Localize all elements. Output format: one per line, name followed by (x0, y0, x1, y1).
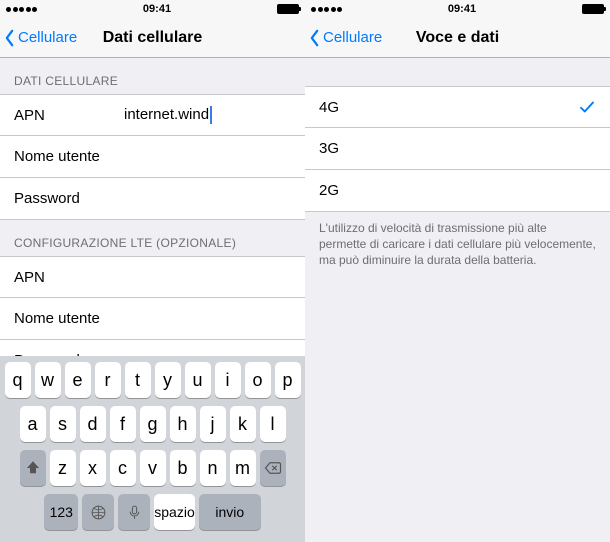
password-cell[interactable]: Password (0, 178, 305, 220)
battery-icon (277, 4, 299, 14)
keyboard-row: q w e r t y u i o p (3, 362, 302, 398)
signal-dots-icon (6, 7, 37, 12)
field-label: APN (14, 107, 124, 124)
key-w[interactable]: w (35, 362, 61, 398)
key-b[interactable]: b (170, 450, 196, 486)
phone-right: 09:41 Cellulare Voce e dati 4G 3G 2G L'u… (305, 0, 610, 542)
status-bar: 09:41 (305, 0, 610, 18)
section-header: DATI CELLULARE (0, 58, 305, 94)
key-j[interactable]: j (200, 406, 226, 442)
checkmark-icon (578, 98, 596, 116)
key-s[interactable]: s (50, 406, 76, 442)
field-label: Nome utente (14, 310, 124, 327)
chevron-left-icon (309, 29, 320, 47)
key-m[interactable]: m (230, 450, 256, 486)
signal-dots-icon (311, 7, 342, 12)
key-d[interactable]: d (80, 406, 106, 442)
key-i[interactable]: i (215, 362, 241, 398)
chevron-left-icon (4, 29, 15, 47)
key-l[interactable]: l (260, 406, 286, 442)
space-key[interactable]: spazio (154, 494, 194, 530)
backspace-key[interactable] (260, 450, 286, 486)
mic-key[interactable] (118, 494, 150, 530)
content: 4G 3G 2G L'utilizzo di velocità di trasm… (305, 58, 610, 542)
key-g[interactable]: g (140, 406, 166, 442)
key-z[interactable]: z (50, 450, 76, 486)
option-label: 4G (319, 99, 339, 116)
battery-icon (582, 4, 604, 14)
key-v[interactable]: v (140, 450, 166, 486)
shift-key[interactable] (20, 450, 46, 486)
return-key[interactable]: invio (199, 494, 261, 530)
key-h[interactable]: h (170, 406, 196, 442)
key-a[interactable]: a (20, 406, 46, 442)
key-k[interactable]: k (230, 406, 256, 442)
key-p[interactable]: p (275, 362, 301, 398)
option-3g[interactable]: 3G (305, 128, 610, 170)
status-time: 09:41 (143, 3, 171, 15)
key-q[interactable]: q (5, 362, 31, 398)
username-cell[interactable]: Nome utente (0, 136, 305, 178)
option-2g[interactable]: 2G (305, 170, 610, 212)
key-f[interactable]: f (110, 406, 136, 442)
field-label: Password (14, 190, 124, 207)
nav-bar: Cellulare Dati cellulare (0, 18, 305, 58)
key-y[interactable]: y (155, 362, 181, 398)
key-o[interactable]: o (245, 362, 271, 398)
field-label: APN (14, 269, 124, 286)
status-time: 09:41 (448, 3, 476, 15)
keyboard-row: 123 spazio invio (3, 494, 302, 530)
numeric-key[interactable]: 123 (44, 494, 78, 530)
key-u[interactable]: u (185, 362, 211, 398)
nav-bar: Cellulare Voce e dati (305, 18, 610, 58)
keyboard: q w e r t y u i o p a s d f g h j k l z (0, 356, 305, 542)
section-header: CONFIGURAZIONE LTE (OPZIONALE) (0, 220, 305, 256)
key-n[interactable]: n (200, 450, 226, 486)
content: DATI CELLULARE APN internet.wind Nome ut… (0, 58, 305, 356)
key-e[interactable]: e (65, 362, 91, 398)
option-label: 2G (319, 182, 339, 199)
key-x[interactable]: x (80, 450, 106, 486)
phone-left: 09:41 Cellulare Dati cellulare DATI CELL… (0, 0, 305, 542)
back-label: Cellulare (323, 29, 382, 46)
option-label: 3G (319, 140, 339, 157)
back-label: Cellulare (18, 29, 77, 46)
apn-cell[interactable]: APN internet.wind (0, 94, 305, 136)
keyboard-row: a s d f g h j k l (3, 406, 302, 442)
apn-input[interactable]: internet.wind (124, 106, 291, 124)
text-cursor (210, 106, 212, 124)
key-r[interactable]: r (95, 362, 121, 398)
back-button[interactable]: Cellulare (4, 29, 77, 47)
keyboard-row: z x c v b n m (3, 450, 302, 486)
key-t[interactable]: t (125, 362, 151, 398)
back-button[interactable]: Cellulare (309, 29, 382, 47)
status-bar: 09:41 (0, 0, 305, 18)
lte-password-cell[interactable]: Password (0, 340, 305, 356)
lte-apn-cell[interactable]: APN (0, 256, 305, 298)
option-4g[interactable]: 4G (305, 86, 610, 128)
key-c[interactable]: c (110, 450, 136, 486)
field-label: Nome utente (14, 148, 124, 165)
lte-username-cell[interactable]: Nome utente (0, 298, 305, 340)
section-footer: L'utilizzo di velocità di trasmissione p… (305, 212, 610, 275)
globe-key[interactable] (82, 494, 114, 530)
